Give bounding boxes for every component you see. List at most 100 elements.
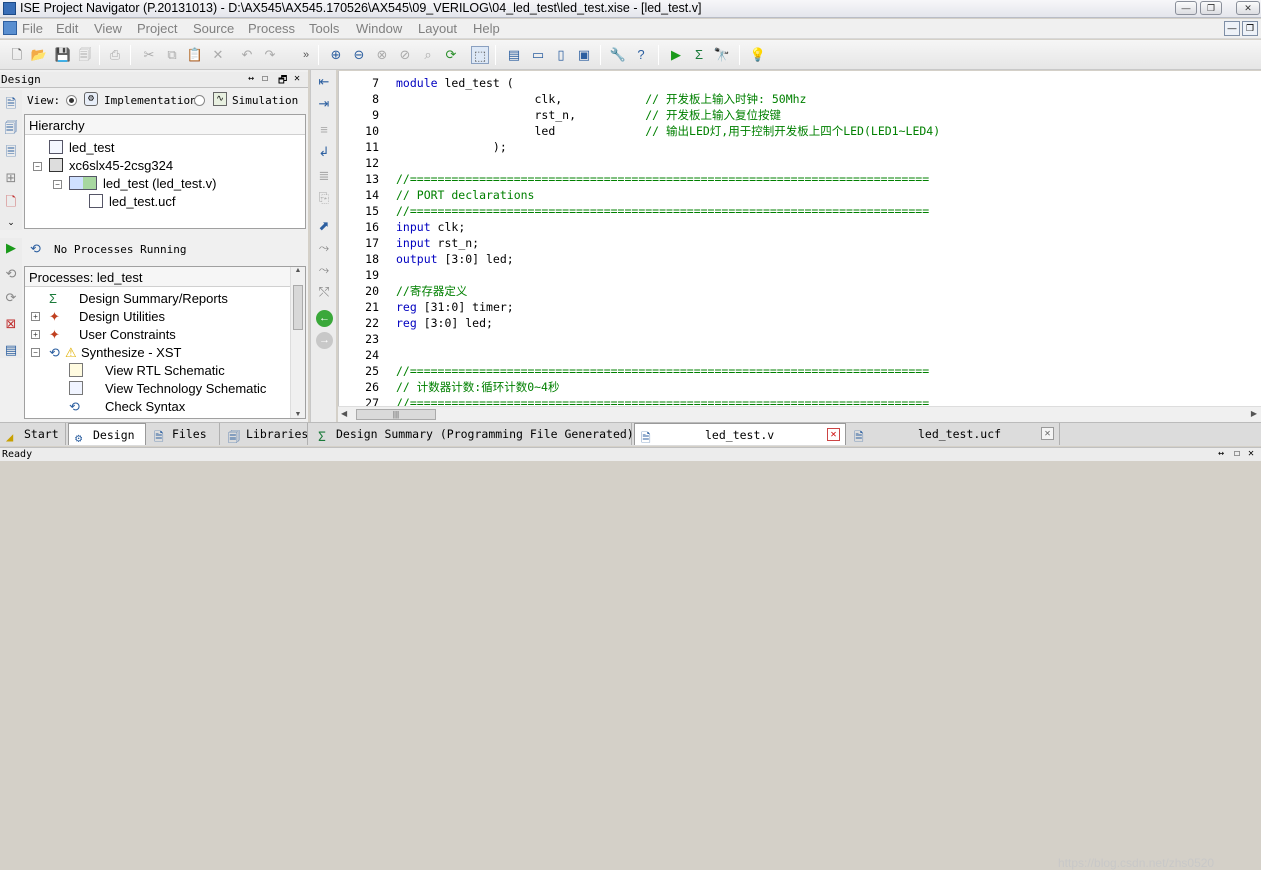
simulation-label[interactable]: Simulation bbox=[232, 94, 298, 107]
save-all-icon[interactable]: 🗐 bbox=[76, 46, 94, 64]
next-bookmark-icon[interactable]: ⤳ bbox=[316, 240, 332, 256]
panel-resize-icon[interactable]: ↔ bbox=[248, 73, 254, 84]
clear-bookmarks-icon[interactable]: ⤲ bbox=[316, 284, 332, 300]
menu-view[interactable]: View bbox=[94, 21, 122, 36]
menu-process[interactable]: Process bbox=[248, 21, 295, 36]
status-resize-icon[interactable]: ↔ bbox=[1218, 448, 1224, 459]
tree-item-device[interactable]: xc6slx45-2csg324 bbox=[49, 157, 173, 175]
comment-icon[interactable]: ≡ bbox=[316, 122, 332, 138]
process-design-utilities[interactable]: ✦ Design Utilities bbox=[49, 308, 165, 326]
add-copy-icon[interactable]: 🗏 bbox=[3, 144, 19, 160]
status-close-icon[interactable]: ✕ bbox=[1248, 448, 1254, 459]
copy-icon[interactable]: ⧉ bbox=[163, 46, 181, 64]
menu-help[interactable]: Help bbox=[473, 21, 500, 36]
document-menu-icon[interactable] bbox=[3, 21, 17, 35]
redo-icon[interactable]: ↷ bbox=[261, 46, 279, 64]
cascade-icon[interactable]: ▤ bbox=[505, 46, 523, 64]
menu-source[interactable]: Source bbox=[193, 21, 234, 36]
more-icon[interactable]: » bbox=[297, 46, 315, 64]
tree-item-ucf[interactable]: led_test.ucf bbox=[89, 193, 176, 211]
collapse-module-icon[interactable]: − bbox=[53, 180, 62, 189]
processes-scroll-thumb[interactable] bbox=[293, 285, 303, 330]
processes-scrollbar[interactable]: ▲ ▼ bbox=[290, 267, 305, 418]
panel-maximize-icon[interactable]: 🗗 bbox=[278, 73, 287, 90]
rerun-all-icon[interactable]: ⟳ bbox=[3, 290, 19, 306]
status-float-icon[interactable]: ☐ bbox=[1234, 448, 1240, 459]
process-view-rtl[interactable]: View RTL Schematic bbox=[69, 362, 225, 380]
process-design-summary[interactable]: Σ Design Summary/Reports bbox=[49, 290, 228, 308]
expand-user-constraints-icon[interactable]: + bbox=[31, 330, 40, 339]
cut-icon[interactable]: ✂ bbox=[140, 46, 158, 64]
editor-hscroll-thumb[interactable]: ||| bbox=[356, 409, 436, 420]
forward-arrow-icon[interactable]: → bbox=[316, 332, 333, 349]
code-editor[interactable]: 7 module led_test (8 clk, // 开发板上输入时钟: 50… bbox=[338, 71, 1261, 406]
close-button[interactable]: ✕ bbox=[1236, 1, 1260, 15]
print-icon[interactable]: ⎙ bbox=[106, 46, 124, 64]
implementation-label[interactable]: Implementation bbox=[104, 94, 197, 107]
select-icon[interactable]: ⬚ bbox=[471, 46, 489, 64]
tree-item-project[interactable]: led_test bbox=[49, 139, 115, 157]
goto-line-icon[interactable]: ↲ bbox=[316, 144, 332, 160]
open-icon[interactable]: 📂 bbox=[30, 46, 48, 64]
delete-icon[interactable]: ✕ bbox=[209, 46, 227, 64]
bookmark-icon[interactable]: ⎘ bbox=[316, 190, 332, 206]
process-properties-icon[interactable]: ▤ bbox=[3, 342, 19, 358]
panel-close-icon[interactable]: ✕ bbox=[294, 73, 300, 84]
rerun-icon[interactable]: ⟲ bbox=[3, 266, 19, 282]
panel-float-icon[interactable]: ☐ bbox=[262, 73, 268, 84]
expand-more-icon[interactable]: ⌄ bbox=[3, 214, 19, 230]
doc-tab-design-summary[interactable]: Σ Design Summary (Programming File Genera… bbox=[312, 423, 662, 445]
save-icon[interactable]: 💾 bbox=[54, 46, 72, 64]
back-arrow-icon[interactable]: ← bbox=[316, 310, 333, 327]
process-user-constraints[interactable]: ✦ User Constraints bbox=[49, 326, 176, 344]
tip-icon[interactable]: 💡 bbox=[749, 46, 767, 64]
menu-edit[interactable]: Edit bbox=[56, 21, 78, 36]
zoom-out-icon[interactable]: ⊖ bbox=[350, 46, 368, 64]
implementation-radio[interactable] bbox=[66, 95, 77, 106]
indent-icon[interactable]: ⇤ bbox=[316, 74, 332, 90]
process-synthesize[interactable]: ⟲ ⚠ Synthesize - XST bbox=[49, 344, 181, 362]
outdent-icon[interactable]: ⇥ bbox=[316, 96, 332, 112]
run-icon[interactable]: ▶ bbox=[667, 46, 685, 64]
process-view-tech[interactable]: View Technology Schematic bbox=[69, 380, 266, 398]
menu-file[interactable]: File bbox=[22, 21, 43, 36]
undo-icon[interactable]: ↶ bbox=[238, 46, 256, 64]
tile-v-icon[interactable]: ▯ bbox=[552, 46, 570, 64]
doc-minimize-button[interactable]: — bbox=[1224, 21, 1240, 36]
tab-start[interactable]: ◢ Start bbox=[0, 423, 66, 445]
probe-icon[interactable]: 🔭 bbox=[713, 46, 731, 64]
find-icon[interactable]: ⌕ bbox=[419, 46, 437, 64]
zoom-in-icon[interactable]: ⊕ bbox=[327, 46, 345, 64]
menu-layout[interactable]: Layout bbox=[418, 21, 457, 36]
new-icon[interactable]: 🗋 bbox=[8, 46, 26, 64]
prev-bookmark-icon[interactable]: ⤳ bbox=[316, 262, 332, 278]
tree-item-top-module[interactable]: led_test (led_test.v) bbox=[69, 175, 216, 193]
collapse-chip-icon[interactable]: − bbox=[33, 162, 42, 171]
stop-icon[interactable]: ⊠ bbox=[3, 316, 19, 332]
tab-libraries[interactable]: 🗐 Libraries bbox=[222, 423, 308, 445]
uncomment-icon[interactable]: ≣ bbox=[316, 168, 332, 184]
minimize-button[interactable]: — bbox=[1175, 1, 1197, 15]
expand-design-utilities-icon[interactable]: + bbox=[31, 312, 40, 321]
sum-icon[interactable]: Σ bbox=[690, 46, 708, 64]
remove-source-icon[interactable]: 🗋 bbox=[3, 194, 19, 210]
float-icon[interactable]: ▣ bbox=[575, 46, 593, 64]
zoom-box-icon[interactable]: ⊘ bbox=[396, 46, 414, 64]
close-led-test-v-icon[interactable]: ✕ bbox=[827, 428, 840, 441]
add-source-icon[interactable]: 🗎 bbox=[3, 96, 19, 112]
collapse-synthesize-icon[interactable]: − bbox=[31, 348, 40, 357]
run-process-icon[interactable]: ▶ bbox=[3, 240, 19, 256]
refresh-icon[interactable]: ⟳ bbox=[442, 46, 460, 64]
close-led-test-ucf-icon[interactable]: ✕ bbox=[1041, 427, 1054, 440]
process-check-syntax[interactable]: ⟲ Check Syntax bbox=[69, 398, 185, 416]
hierarchy-view-icon[interactable]: ⊞ bbox=[3, 170, 19, 186]
doc-tab-led-test-v[interactable]: 🗎 led_test.v ✕ bbox=[634, 423, 846, 445]
zoom-fit-icon[interactable]: ⊗ bbox=[373, 46, 391, 64]
editor-hscrollbar[interactable]: ◀ ||| ▶ bbox=[338, 406, 1261, 422]
doc-tab-led-test-ucf[interactable]: 🗎 led_test.ucf ✕ bbox=[848, 423, 1060, 445]
tab-design[interactable]: ⚙ Design bbox=[68, 423, 146, 445]
new-source-icon[interactable]: 🗐 bbox=[3, 120, 19, 136]
properties-icon[interactable]: 🔧 bbox=[609, 46, 627, 64]
simulation-radio[interactable] bbox=[194, 95, 205, 106]
paste-icon[interactable]: 📋 bbox=[186, 46, 204, 64]
